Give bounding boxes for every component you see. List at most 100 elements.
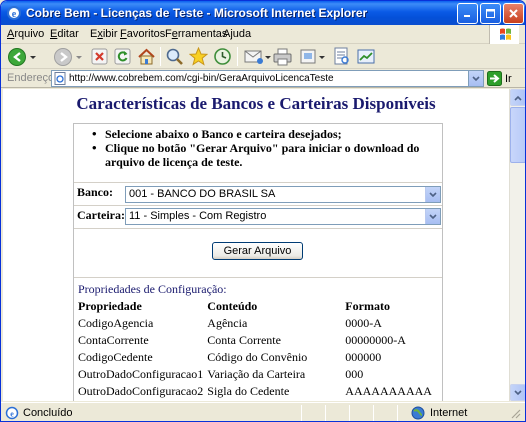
mail-button[interactable] — [244, 46, 272, 67]
favorites-button[interactable] — [189, 46, 208, 67]
table-row: OutroDadoConfiguracao1 Variação da Carte… — [74, 366, 442, 383]
divider — [74, 205, 442, 206]
table-cell: AAAAAAAAAA — [345, 384, 432, 398]
instruction-item: Clique no botão "Gerar Arquivo" para ini… — [92, 141, 442, 169]
minimize-icon — [464, 15, 470, 17]
search-icon — [166, 48, 183, 65]
table-cell: 00000000-A — [345, 333, 406, 347]
menu-accelerator: E — [50, 28, 58, 40]
table-row: ContaCorrente Conta Corrente 00000000-A — [74, 332, 442, 349]
table-cell: Variação da Carteira — [207, 367, 306, 381]
toolbar-separator — [160, 47, 161, 66]
address-url: http://www.cobrebem.com/cgi-bin/GeraArqu… — [69, 73, 334, 84]
home-icon — [138, 48, 155, 64]
go-label: Ir — [505, 72, 512, 85]
menu-accelerator: j — [230, 28, 233, 40]
generate-file-button[interactable]: Gerar Arquivo — [212, 242, 303, 260]
star-icon — [189, 47, 208, 66]
wallet-select-value: 11 - Simples - Com Registro — [129, 210, 267, 222]
mail-icon — [244, 50, 263, 64]
bank-select[interactable]: 001 - BANCO DO BRASIL SA — [125, 186, 441, 203]
address-input[interactable]: http://www.cobrebem.com/cgi-bin/GeraArqu… — [51, 70, 484, 87]
forward-arrow-icon — [54, 47, 72, 66]
title-bar: e Cobre Bem - Licenças de Teste - Micros… — [1, 1, 525, 25]
table-row: OutroDadoConfiguracao2 Sigla do Cedente … — [74, 383, 442, 400]
divider — [74, 182, 442, 183]
divider — [74, 228, 442, 229]
menu-exibir[interactable]: Exibir — [90, 28, 118, 40]
edit-button[interactable] — [299, 46, 326, 67]
menu-arquivo[interactable]: Arquivo — [7, 28, 44, 40]
close-button[interactable] — [503, 3, 524, 24]
menu-ferramentas[interactable]: Ferramentas — [165, 28, 227, 40]
history-button[interactable] — [213, 46, 232, 67]
stop-button[interactable] — [91, 46, 108, 67]
maximize-button[interactable] — [480, 3, 501, 24]
bank-select-value: 001 - BANCO DO BRASIL SA — [129, 188, 276, 200]
status-text: Concluído — [23, 407, 73, 419]
minimize-button[interactable] — [457, 3, 478, 24]
home-button[interactable] — [137, 46, 156, 67]
menu-accelerator: A — [7, 28, 15, 40]
instruction-item: Selecione abaixo o Banco e carteira dese… — [92, 127, 442, 141]
resize-grip-icon[interactable] — [509, 405, 521, 421]
menu-bar: Arquivo Editar Exibir Favoritos Ferramen… — [1, 25, 525, 44]
menu-editar[interactable]: Editar — [50, 28, 79, 40]
window-title: Cobre Bem - Licenças de Teste - Microsof… — [26, 6, 368, 20]
print-button[interactable] — [273, 46, 292, 67]
chevron-down-icon — [429, 191, 437, 197]
menu-accelerator: e — [171, 28, 178, 40]
globe-icon — [411, 406, 425, 420]
back-button[interactable] — [7, 46, 37, 67]
windows-logo-icon — [489, 25, 519, 44]
ie-page-icon: e — [5, 406, 19, 420]
search-button[interactable] — [165, 46, 184, 67]
maximize-icon — [486, 9, 495, 18]
menu-favoritos[interactable]: Favoritos — [120, 28, 165, 40]
status-zone: Internet — [411, 405, 467, 421]
go-button[interactable]: Ir — [487, 70, 512, 87]
refresh-button[interactable] — [114, 46, 131, 67]
table-cell: ContaCorrente — [78, 333, 149, 347]
research-button[interactable] — [333, 46, 351, 67]
table-cell: Agência — [207, 316, 248, 330]
forward-button[interactable] — [53, 46, 83, 67]
table-cell: Código do Convênio — [207, 350, 308, 364]
wallet-dropdown-button[interactable] — [425, 209, 440, 224]
printer-icon — [273, 48, 292, 65]
menu-ajuda[interactable]: Ajuda — [223, 28, 251, 40]
table-cell: Conta Corrente — [207, 333, 281, 347]
vertical-scrollbar[interactable] — [509, 89, 525, 401]
table-row: CodigoCedente Código do Convênio 000000 — [74, 349, 442, 366]
chevron-down-icon — [429, 213, 437, 219]
chevron-up-icon — [514, 95, 522, 101]
status-separator — [349, 405, 350, 421]
chevron-down-icon — [472, 75, 480, 81]
table-cell: Sigla do Cedente — [207, 384, 290, 398]
browser-window: e Cobre Bem - Licenças de Teste - Micros… — [0, 0, 526, 422]
scroll-up-button[interactable] — [510, 89, 525, 106]
properties-title: Propriedades de Configuração: — [78, 282, 227, 296]
address-dropdown-button[interactable] — [468, 71, 483, 86]
table-cell: CodigoAgencia — [78, 316, 154, 330]
bank-dropdown-button[interactable] — [425, 187, 440, 202]
scroll-thumb[interactable] — [510, 107, 525, 163]
table-header-row: Propriedade Conteúdo Formato — [74, 298, 442, 315]
back-dropdown-icon — [30, 55, 36, 59]
messenger-button[interactable] — [357, 46, 376, 67]
column-header: Formato — [345, 299, 390, 313]
page-title: Características de Bancos e Carteiras Di… — [76, 94, 436, 113]
svg-text:e: e — [10, 410, 14, 419]
status-separator — [325, 405, 326, 421]
research-icon — [334, 47, 349, 65]
table-cell: OutroDadoConfiguracao1 — [78, 367, 204, 381]
close-icon — [509, 9, 518, 18]
ie-icon: e — [6, 5, 22, 21]
menu-accelerator: F — [120, 28, 127, 40]
page-icon — [54, 72, 67, 85]
wallet-label: Carteira: — [77, 208, 125, 222]
table-cell: 000000 — [345, 350, 382, 364]
wallet-select[interactable]: 11 - Simples - Com Registro — [125, 208, 441, 225]
stop-icon — [91, 48, 108, 65]
scroll-down-button[interactable] — [510, 384, 525, 401]
